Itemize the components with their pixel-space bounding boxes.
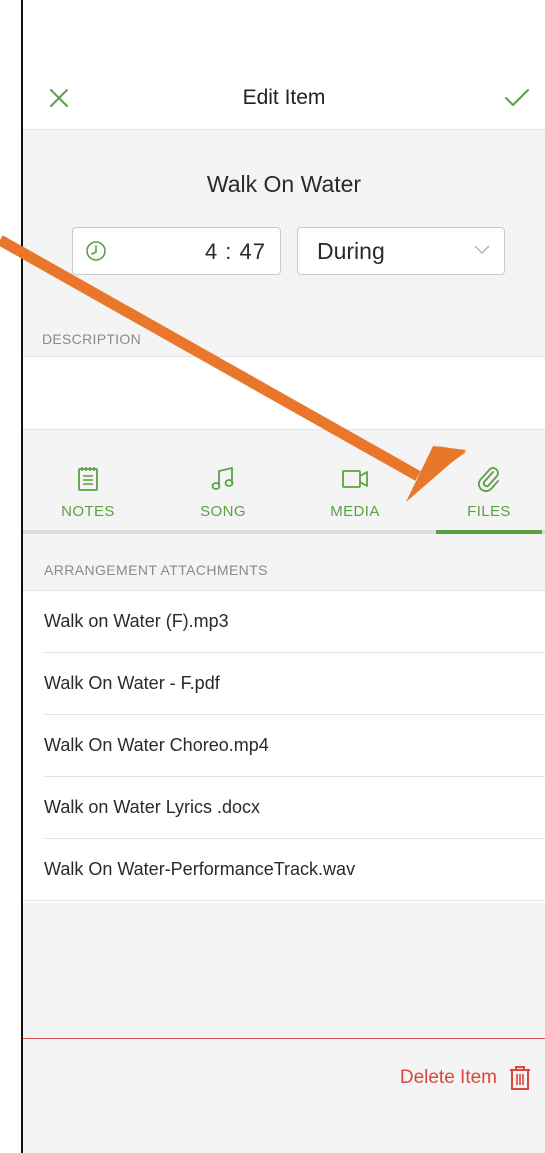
file-name: Walk On Water Choreo.mp4 <box>44 735 269 755</box>
empty-area <box>23 903 545 1039</box>
footer: Delete Item <box>23 1039 545 1153</box>
page-title: Edit Item <box>242 86 326 109</box>
item-header: Walk On Water 4 : 47 During DESCRIPTION <box>23 130 545 356</box>
notes-icon <box>78 467 98 491</box>
tab-song[interactable]: SONG <box>158 430 288 530</box>
tab-notes[interactable]: NOTES <box>23 430 153 530</box>
file-name: Walk On Water - F.pdf <box>44 673 220 693</box>
file-row[interactable]: Walk On Water-PerformanceTrack.wav <box>23 839 545 901</box>
navigation-bar: Edit Item <box>23 64 545 130</box>
chevron-down-icon <box>474 245 490 255</box>
tab-media[interactable]: MEDIA <box>290 430 420 530</box>
delete-item-button[interactable]: Delete Item <box>400 1063 531 1093</box>
timing-value: During <box>317 238 385 264</box>
music-note-icon <box>211 467 234 490</box>
tab-notes-label: NOTES <box>61 503 115 520</box>
tab-media-label: MEDIA <box>330 503 380 520</box>
delete-item-label: Delete Item <box>399 1067 497 1088</box>
video-icon <box>342 470 368 488</box>
description-input[interactable] <box>23 356 545 430</box>
timing-dropdown[interactable]: During <box>297 227 505 275</box>
file-name: Walk on Water Lyrics .docx <box>44 797 261 817</box>
clock-icon <box>86 241 106 261</box>
tab-song-label: SONG <box>200 503 246 520</box>
duration-field[interactable]: 4 : 47 <box>72 227 281 275</box>
file-name: Walk On Water-PerformanceTrack.wav <box>44 859 356 879</box>
tab-bar: NOTES SONG MEDIA FILES <box>23 430 545 536</box>
active-tab-indicator <box>436 530 542 534</box>
tab-files-label: FILES <box>467 503 511 520</box>
left-edge-rule <box>21 0 23 1153</box>
checkmark-icon <box>505 89 529 106</box>
file-row[interactable]: Walk on Water (F).mp3 <box>44 591 545 653</box>
file-name: Walk on Water (F).mp3 <box>44 611 229 631</box>
trash-icon <box>510 1066 530 1090</box>
save-button[interactable] <box>497 78 537 118</box>
tab-files[interactable]: FILES <box>436 430 542 530</box>
file-row[interactable]: Walk on Water Lyrics .docx <box>44 777 545 839</box>
item-title[interactable]: Walk On Water <box>23 171 545 198</box>
description-label: DESCRIPTION <box>42 331 141 347</box>
edit-item-screen: Edit Item Walk On Water 4 : 47 During DE… <box>23 0 545 1153</box>
attachments-section-label: ARRANGEMENT ATTACHMENTS <box>44 562 268 578</box>
duration-value: 4 : 47 <box>204 239 266 264</box>
paperclip-icon <box>478 467 499 492</box>
file-row[interactable]: Walk On Water - F.pdf <box>44 653 545 715</box>
attachment-list: Walk on Water (F).mp3 Walk On Water - F.… <box>23 590 545 901</box>
file-row[interactable]: Walk On Water Choreo.mp4 <box>44 715 545 777</box>
